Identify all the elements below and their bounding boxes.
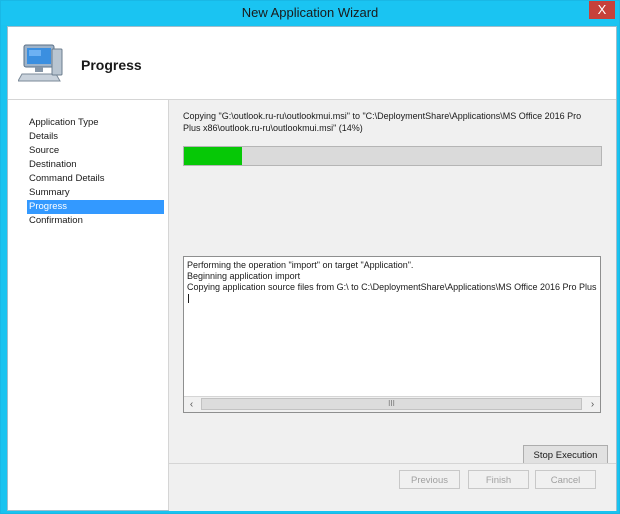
log-output[interactable]: Performing the operation "import" on tar… — [183, 256, 601, 413]
stop-execution-button[interactable]: Stop Execution — [523, 445, 608, 464]
scroll-right-icon[interactable]: › — [585, 397, 600, 412]
nav-item-confirmation[interactable]: Confirmation — [27, 214, 164, 228]
horizontal-scrollbar[interactable]: ‹ III › — [184, 396, 600, 412]
progress-content: Copying "G:\outlook.ru-ru\outlookmui.msi… — [169, 100, 616, 464]
title-bar[interactable]: New Application Wizard X — [1, 1, 619, 25]
nav-item-destination[interactable]: Destination — [27, 158, 164, 172]
nav-item-summary[interactable]: Summary — [27, 186, 164, 200]
nav-item-command-details[interactable]: Command Details — [27, 172, 164, 186]
previous-button[interactable]: Previous — [399, 470, 460, 489]
log-line: Performing the operation "import" on tar… — [187, 260, 414, 270]
wizard-window: New Application Wizard X Progress Applic… — [0, 0, 620, 514]
wizard-header: Progress — [8, 27, 616, 100]
nav-item-details[interactable]: Details — [27, 130, 164, 144]
nav-item-source[interactable]: Source — [27, 144, 164, 158]
cancel-button[interactable]: Cancel — [535, 470, 596, 489]
log-line: Copying application source files from G:… — [187, 282, 597, 292]
log-line: Beginning application import — [187, 271, 301, 281]
progress-bar — [183, 146, 602, 166]
page-title: Progress — [81, 57, 142, 73]
scroll-left-icon[interactable]: ‹ — [184, 397, 199, 412]
copy-status-line-2: Plus x86\outlook.ru-ru\outlookmui.msi" (… — [183, 123, 363, 133]
finish-button[interactable]: Finish — [468, 470, 529, 489]
client-area: Progress Application Type Details Source… — [7, 26, 617, 511]
scroll-thumb[interactable]: III — [201, 398, 582, 410]
progress-fill — [184, 147, 242, 165]
log-lines: Performing the operation "import" on tar… — [187, 260, 597, 303]
nav-item-progress[interactable]: Progress — [27, 200, 164, 214]
copy-status-text: Copying "G:\outlook.ru-ru\outlookmui.msi… — [183, 110, 608, 134]
computer-icon — [18, 44, 63, 82]
wizard-footer: Previous Finish Cancel — [169, 463, 616, 511]
wizard-nav: Application Type Details Source Destinat… — [8, 100, 169, 510]
copy-status-line-1: Copying "G:\outlook.ru-ru\outlookmui.msi… — [183, 111, 582, 121]
nav-item-application-type[interactable]: Application Type — [27, 116, 164, 130]
text-caret — [188, 294, 189, 303]
window-title: New Application Wizard — [241, 5, 379, 20]
close-icon[interactable]: X — [589, 1, 615, 19]
